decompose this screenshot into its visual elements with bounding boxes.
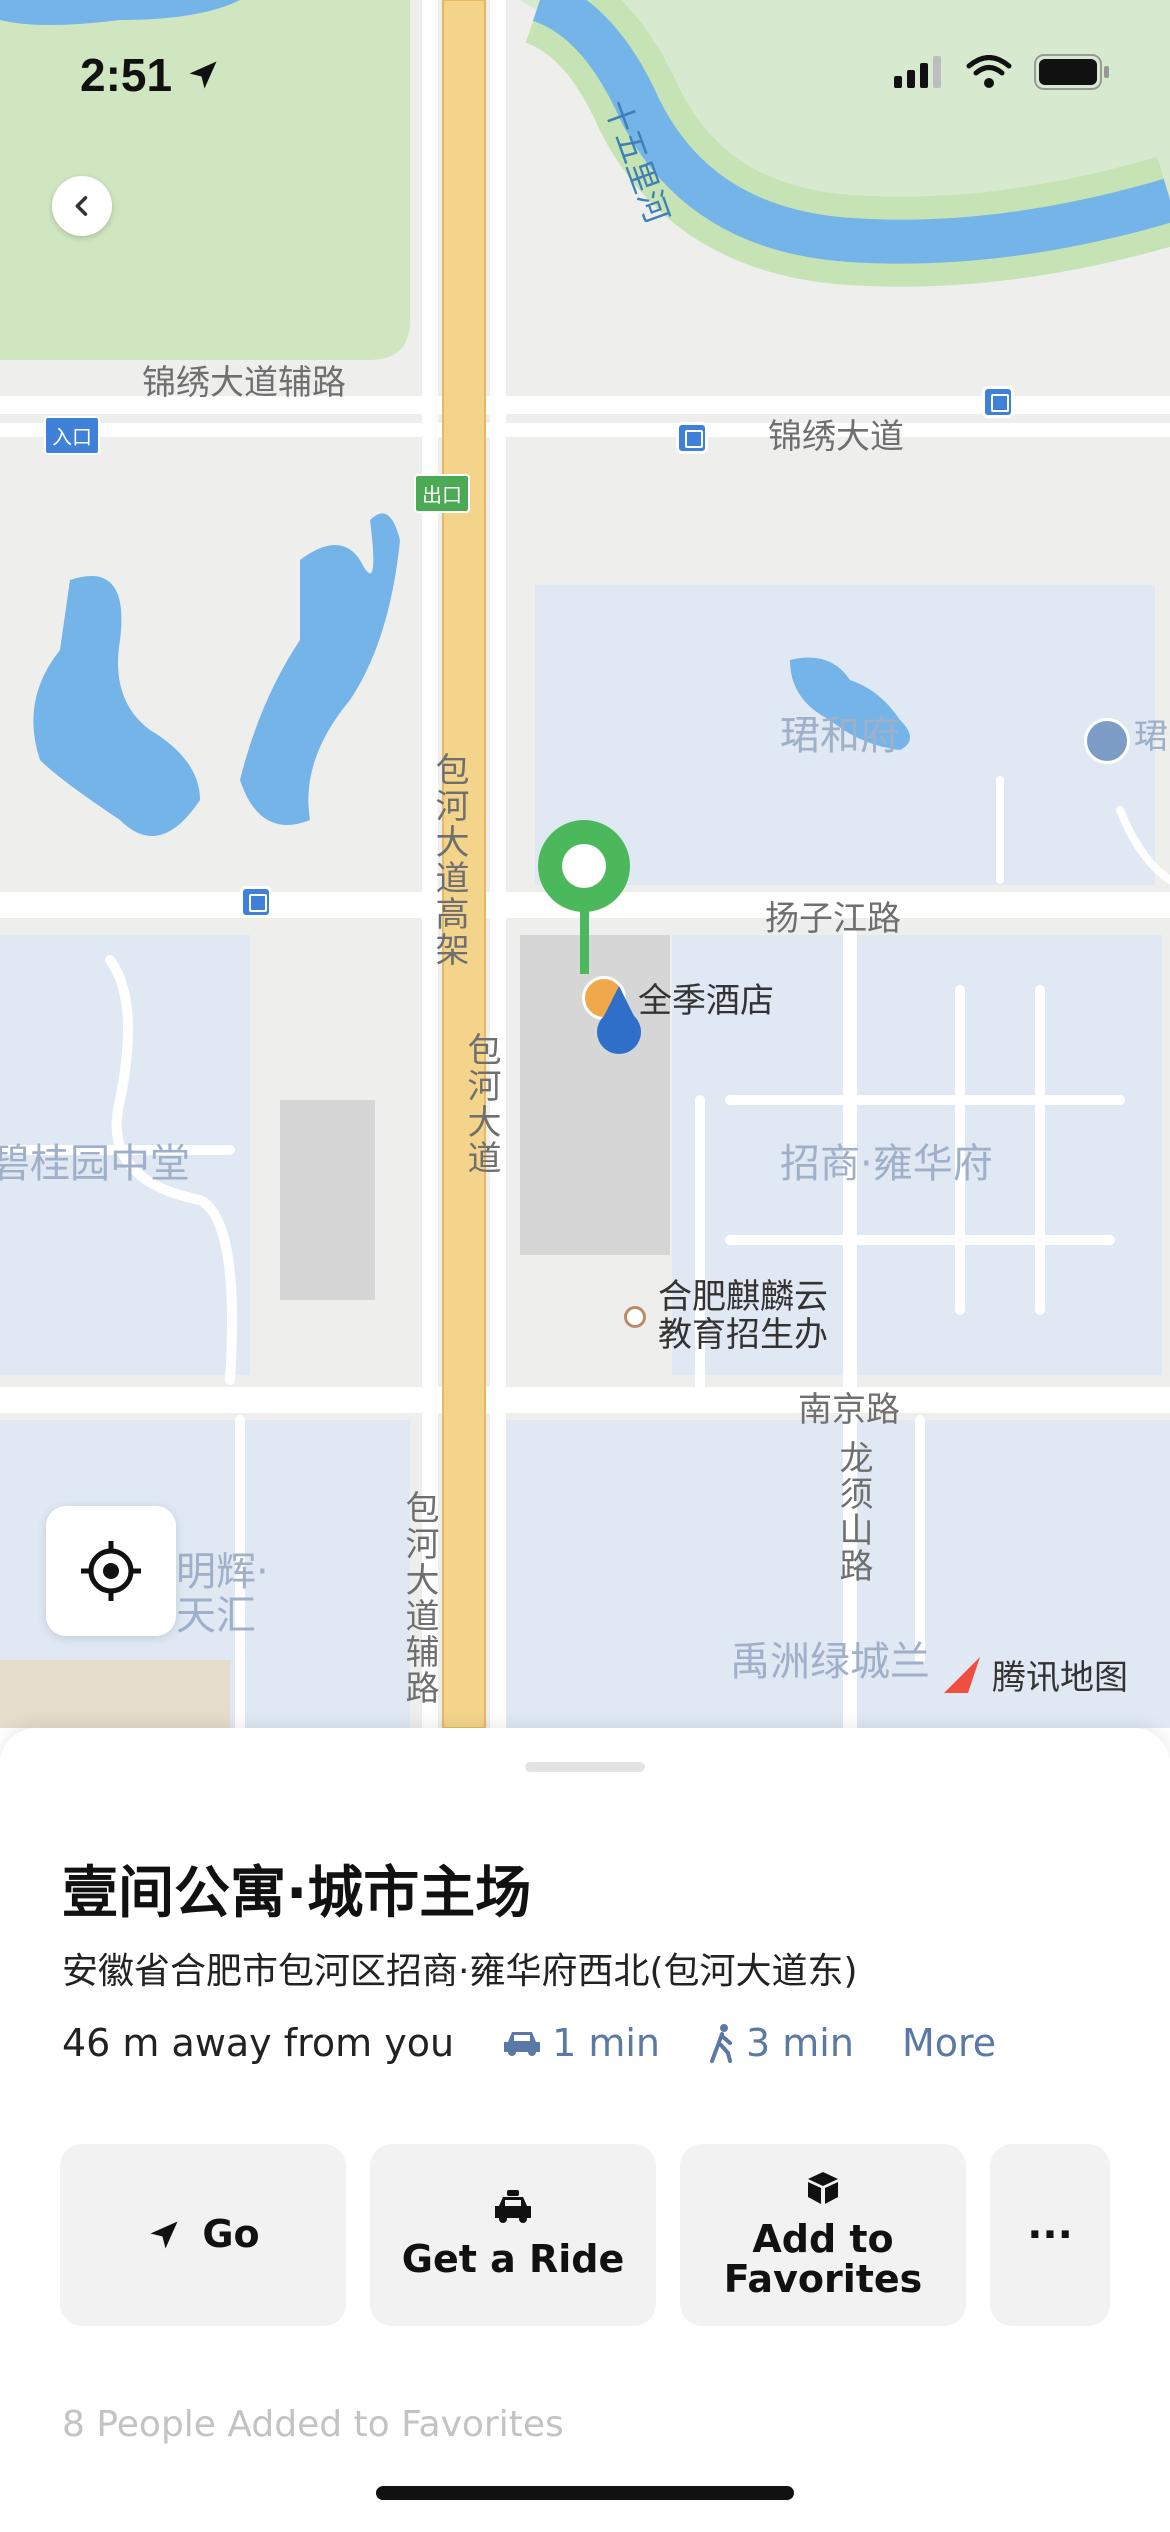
action-buttons: Go Get a Ride Add to Favorites ··· — [60, 2144, 1110, 2326]
walk-time[interactable]: 3 min — [708, 2021, 854, 2065]
more-options-button[interactable]: ··· — [990, 2144, 1110, 2326]
road-label: 龙须山路 — [833, 1440, 873, 1584]
poi-label: 全季酒店 — [638, 981, 774, 1021]
get-ride-button[interactable]: Get a Ride — [370, 2144, 656, 2326]
map-watermark: 腾讯地图 — [940, 1650, 1128, 1699]
road-label: 扬子江路 — [765, 899, 901, 939]
add-to-favorites-label-line2: Favorites — [723, 2257, 923, 2301]
destination-pin-icon[interactable] — [532, 818, 636, 974]
exit-sign: 出口 — [414, 474, 470, 513]
status-bar: 2:51 — [0, 0, 1170, 140]
poi-dot-icon — [624, 1306, 646, 1328]
area-label: 天汇 — [176, 1593, 256, 1639]
go-label: Go — [202, 2212, 260, 2257]
sheet-grabber[interactable] — [525, 1762, 645, 1772]
place-address: 安徽省合肥市包河区招商·雍华府西北(包河大道东) — [62, 1951, 858, 1992]
locate-me-button[interactable] — [46, 1506, 176, 1636]
walk-time-label: 3 min — [746, 2021, 854, 2065]
place-title: 壹间公寓·城市主场 — [62, 1861, 532, 1926]
area-label: 招商·雍华府 — [780, 1141, 993, 1187]
road-label: 包河大道 — [461, 1032, 501, 1176]
clock-time: 2:51 — [80, 49, 173, 101]
back-button[interactable] — [52, 176, 112, 236]
area-label: 珺和府 — [780, 713, 900, 759]
drive-time-label: 1 min — [552, 2021, 661, 2065]
bus-stop-icon[interactable] — [982, 386, 1014, 418]
walking-person-icon — [710, 2024, 733, 2063]
box-icon — [808, 2172, 838, 2205]
distance-text: 46 m away from you — [62, 2021, 455, 2065]
area-label: 明辉· — [176, 1549, 269, 1595]
watermark-label: 腾讯地图 — [992, 1658, 1128, 1698]
drive-time[interactable]: 1 min — [502, 2021, 660, 2065]
home-indicator[interactable] — [376, 2486, 794, 2500]
clock: 2:51 — [80, 48, 221, 102]
highway-label: 包河大道高架 — [429, 752, 469, 968]
road-label: 南京路 — [798, 1390, 900, 1430]
place-detail-sheet: 壹间公寓·城市主场 安徽省合肥市包河区招商·雍华府西北(包河大道东) 46 m … — [0, 1728, 1170, 2532]
residence-icon — [1084, 718, 1130, 764]
road-label: 包河大道辅路 — [399, 1490, 439, 1706]
user-location-icon — [597, 986, 641, 1054]
wifi-icon — [966, 55, 1012, 88]
cellular-signal-icon — [894, 56, 941, 88]
area-label: 碧桂园中堂 — [0, 1141, 190, 1187]
add-to-favorites-button[interactable]: Add to Favorites — [680, 2144, 966, 2326]
get-ride-label: Get a Ride — [401, 2237, 625, 2282]
map-view[interactable]: 2:51 锦绣大道辅路 锦绣大道 十五里河 包河大道高架 包河大道 包河大道辅路… — [0, 0, 1170, 1728]
area-label: 禹洲绿城兰 — [730, 1639, 930, 1685]
car-icon — [504, 2032, 541, 2056]
ellipsis-icon: ··· — [1027, 2212, 1073, 2258]
crosshair-icon — [81, 1541, 141, 1601]
add-to-favorites-label-line1: Add to — [752, 2217, 894, 2262]
location-arrow-icon — [189, 61, 217, 89]
favorites-count: 8 People Added to Favorites — [62, 2404, 564, 2445]
area-label: 珺 — [1134, 717, 1168, 757]
road-label: 锦绣大道辅路 — [142, 363, 346, 403]
navigation-arrow-icon — [150, 2221, 178, 2249]
bus-stop-icon[interactable] — [676, 422, 708, 454]
entrance-sign: 入口 — [44, 416, 100, 455]
taxi-icon — [495, 2190, 531, 2224]
status-icons — [894, 52, 1110, 92]
tencent-maps-logo-icon — [944, 1656, 980, 1693]
poi-label: 教育招生办 — [658, 1315, 828, 1355]
bus-stop-icon[interactable] — [240, 886, 272, 918]
place-meta-row: 46 m away from you 1 min 3 min More — [62, 2018, 996, 2068]
road-label: 锦绣大道 — [768, 417, 904, 457]
battery-icon — [1034, 54, 1109, 90]
go-button[interactable]: Go — [60, 2144, 346, 2326]
poi-label: 合肥麒麟云 — [658, 1277, 828, 1317]
more-link[interactable]: More — [902, 2021, 996, 2065]
chevron-left-icon — [75, 196, 88, 216]
